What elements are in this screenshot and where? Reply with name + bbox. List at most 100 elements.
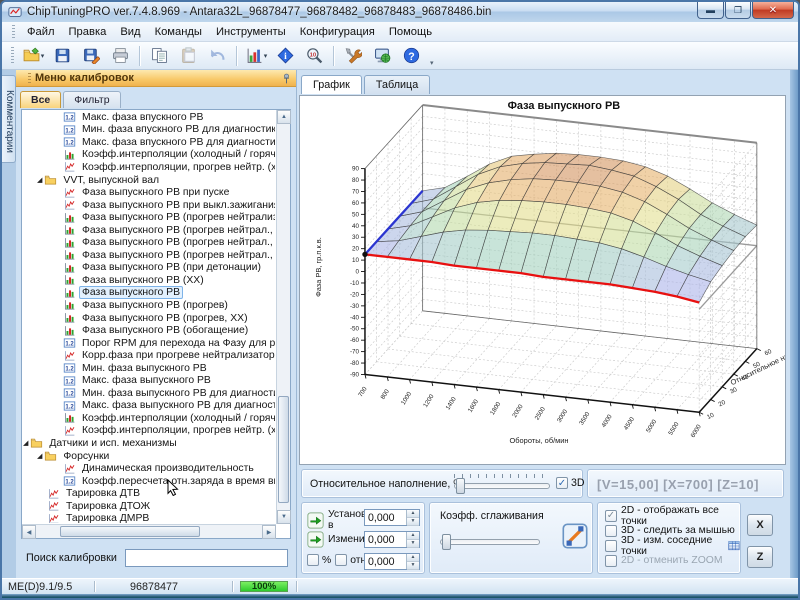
- tree-item[interactable]: ◢VVT, выпускной вал: [23, 174, 275, 187]
- tree-item[interactable]: 1.2Мин. фаза впускного РВ для диагностик…: [23, 124, 275, 137]
- save-button[interactable]: [49, 44, 76, 68]
- maximize-button[interactable]: ❐: [725, 2, 751, 19]
- dropdown-arrow-icon[interactable]: ▾: [41, 52, 45, 60]
- toolbar-overflow-icon[interactable]: ▾: [430, 59, 434, 69]
- menu-item-4[interactable]: Инструменты: [209, 24, 293, 40]
- menu-item-1[interactable]: Правка: [62, 24, 114, 40]
- option-checkbox-1[interactable]: [605, 525, 617, 537]
- tree-item[interactable]: Фаза выпускного РВ (прогрев): [23, 299, 275, 312]
- spin-up-icon[interactable]: ▲: [407, 554, 419, 562]
- zoom-10-button[interactable]: 10: [301, 44, 328, 68]
- apply-smoothing-button[interactable]: [562, 523, 588, 549]
- tree-item[interactable]: Фаза выпускного РВ (прогрев, ХХ): [23, 312, 275, 325]
- tree-horizontal-scrollbar[interactable]: ◀ ▶: [22, 524, 276, 538]
- tree-item[interactable]: Корр.фаза при прогреве нейтрализатора: [23, 349, 275, 362]
- tab-filter[interactable]: Фильтр: [63, 91, 120, 108]
- spin-up-icon[interactable]: ▲: [407, 532, 419, 540]
- menu-item-5[interactable]: Конфигурация: [293, 24, 382, 40]
- dropdown-arrow-icon[interactable]: ▾: [264, 52, 268, 60]
- paste-button[interactable]: [175, 44, 202, 68]
- expand-icon[interactable]: ◢: [37, 176, 42, 184]
- change-value-field[interactable]: 0,000: [365, 532, 406, 547]
- option-checkbox-2[interactable]: [605, 540, 617, 552]
- scroll-left-icon[interactable]: ◀: [22, 525, 36, 539]
- smoothing-slider-thumb[interactable]: [442, 534, 451, 550]
- help-button[interactable]: ?: [398, 44, 425, 68]
- tree-item[interactable]: 1.2Коэфф.пересчета отн.заряда в время вп…: [23, 475, 275, 488]
- tree-item[interactable]: 1.2Мин. фаза выпускного РВ для диагности…: [23, 387, 275, 400]
- expand-icon[interactable]: ◢: [23, 439, 28, 447]
- title-bar[interactable]: ChipTuningPRO ver.7.4.8.969 - Antara32L_…: [2, 2, 798, 22]
- info-button[interactable]: i: [272, 44, 299, 68]
- relative-checkbox[interactable]: [335, 554, 347, 566]
- tree-item[interactable]: Коэфф.интерполяции (холодный / горячий ): [23, 412, 275, 425]
- load-slider[interactable]: [454, 479, 550, 493]
- close-button[interactable]: ✕: [752, 2, 794, 19]
- tree-item[interactable]: Динамическая производительность: [23, 462, 275, 475]
- undo-button[interactable]: [204, 44, 231, 68]
- tree-item[interactable]: Тарировка ДМРВ: [23, 513, 275, 524]
- print-button[interactable]: [107, 44, 134, 68]
- calibration-panel-header[interactable]: Меню калибровок: [16, 70, 296, 87]
- copy-button[interactable]: [146, 44, 173, 68]
- option-checkbox-0[interactable]: [605, 510, 617, 522]
- relative-spinner[interactable]: 0,000 ▲▼: [364, 553, 420, 570]
- load-slider-thumb[interactable]: [456, 478, 465, 494]
- tree-item[interactable]: Фаза выпускного РВ при выкл.зажигания: [23, 199, 275, 212]
- change-value-spinner[interactable]: 0,000 ▲▼: [364, 531, 420, 548]
- change-value-button[interactable]: [307, 531, 324, 548]
- save-edit-button[interactable]: [78, 44, 105, 68]
- grid-icon[interactable]: [728, 540, 740, 552]
- tree-item[interactable]: Коэфф.интерполяции, прогрев нейтр. (холо…: [23, 425, 275, 438]
- tree-item[interactable]: Фаза выпускного РВ (прогрев нейтрал., ХХ…: [23, 236, 275, 249]
- tree-item[interactable]: 1.2Мин. фаза выпускного РВ: [23, 362, 275, 375]
- tree-item[interactable]: Коэфф.интерполяции (холодный / горячий ): [23, 149, 275, 162]
- remote-pc-button[interactable]: [369, 44, 396, 68]
- spin-down-icon[interactable]: ▼: [407, 562, 419, 570]
- expand-icon[interactable]: ◢: [37, 452, 42, 460]
- tree-item[interactable]: 1.2Макс. фаза впускного РВ: [23, 111, 275, 124]
- calibration-search-input[interactable]: [125, 549, 288, 567]
- set-value-button[interactable]: [307, 512, 324, 529]
- tree-item[interactable]: Фаза выпускного РВ (обогащение): [23, 324, 275, 337]
- pin-icon[interactable]: [281, 73, 292, 84]
- spin-up-icon[interactable]: ▲: [407, 510, 419, 518]
- relative-field[interactable]: 0,000: [365, 554, 406, 569]
- scroll-right-icon[interactable]: ▶: [262, 525, 276, 539]
- vscroll-thumb[interactable]: [278, 396, 289, 504]
- tree-item[interactable]: Тарировка ДТОЖ: [23, 500, 275, 513]
- spin-down-icon[interactable]: ▼: [407, 518, 419, 526]
- smoothing-slider[interactable]: [440, 535, 540, 549]
- tools-button[interactable]: [340, 44, 367, 68]
- spin-down-icon[interactable]: ▼: [407, 540, 419, 548]
- percent-checkbox[interactable]: [307, 554, 319, 566]
- tab-all[interactable]: Все: [20, 91, 61, 108]
- menu-item-0[interactable]: Файл: [20, 24, 62, 40]
- tree-item[interactable]: Фаза выпускного РВ (ХХ): [23, 274, 275, 287]
- menu-item-6[interactable]: Помощь: [382, 24, 439, 40]
- menu-item-2[interactable]: Вид: [113, 24, 147, 40]
- chart-compare-button[interactable]: ▾: [243, 44, 270, 68]
- 3d-checkbox[interactable]: [556, 477, 568, 489]
- tree-item[interactable]: Фаза выпускного РВ (прогрев нейтрализато…: [23, 211, 275, 224]
- tree-item[interactable]: 1.2Порог RPM для перехода на Фазу для ре…: [23, 337, 275, 350]
- tree-item[interactable]: 1.2Макс. фаза выпускного РВ: [23, 374, 275, 387]
- tree-item[interactable]: 1.2Макс. фаза впускного РВ для диагности…: [23, 136, 275, 149]
- tab-table[interactable]: Таблица: [364, 75, 430, 94]
- tree-item[interactable]: ◢Датчики и исп. механизмы: [23, 437, 275, 450]
- set-value-spinner[interactable]: 0,000 ▲▼: [364, 509, 420, 526]
- hscroll-thumb[interactable]: [60, 526, 200, 537]
- tree-item[interactable]: Фаза выпускного РВ при пуске: [23, 186, 275, 199]
- scroll-up-icon[interactable]: ▲: [277, 110, 291, 124]
- tree-item[interactable]: Фаза выпускного РВ: [23, 287, 275, 300]
- x-axis-button[interactable]: X: [747, 514, 773, 536]
- tab-chart[interactable]: График: [301, 75, 362, 94]
- scroll-down-icon[interactable]: ▼: [277, 510, 291, 524]
- comments-tab[interactable]: Комментарии: [2, 75, 16, 163]
- tree-item[interactable]: Фаза выпускного РВ (при детонации): [23, 262, 275, 275]
- tree-item[interactable]: 1.2Макс. фаза выпускного РВ для диагност…: [23, 400, 275, 413]
- menu-item-3[interactable]: Команды: [148, 24, 209, 40]
- minimize-button[interactable]: ▬: [697, 2, 724, 19]
- z-axis-button[interactable]: Z: [747, 546, 773, 568]
- open-folder-button[interactable]: ▾: [20, 44, 47, 68]
